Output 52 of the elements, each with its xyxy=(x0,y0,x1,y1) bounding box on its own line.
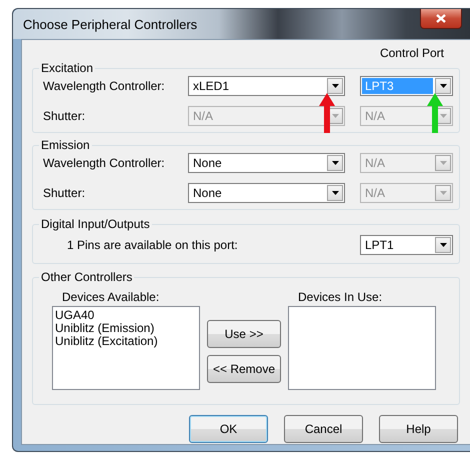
column-header: Control Port xyxy=(378,46,445,60)
dropdown[interactable]: None xyxy=(188,153,345,173)
field-label: Shutter: xyxy=(43,109,86,123)
use-button[interactable]: Use >> xyxy=(207,320,281,348)
help-button[interactable]: Help xyxy=(379,415,458,443)
dropdown-arrow-button[interactable] xyxy=(327,155,343,171)
dropdown[interactable]: LPT1 xyxy=(360,235,453,255)
caret-icon xyxy=(332,84,338,88)
dropdown-value: None xyxy=(192,185,223,201)
dropdown-arrow-button[interactable] xyxy=(327,185,343,201)
caret-icon xyxy=(332,191,338,195)
dropdown-value: LPT1 xyxy=(364,237,395,253)
dropdown-value: xLED1 xyxy=(192,78,230,94)
close-button[interactable] xyxy=(420,9,462,29)
list-item[interactable]: Uniblitz (Excitation) xyxy=(55,335,197,348)
list-label: Devices In Use: xyxy=(297,290,384,306)
dropdown-value: LPT3 xyxy=(362,78,433,94)
window-title: Choose Peripheral Controllers xyxy=(23,16,198,32)
dropdown-value: N/A xyxy=(364,185,386,201)
device-list[interactable] xyxy=(288,306,436,390)
device-list[interactable]: UGA40 Uniblitz (Emission) Uniblitz (Excitation) xyxy=(52,306,200,390)
dropdown[interactable]: xLED1 xyxy=(188,76,345,96)
field-label: Wavelength Controller: xyxy=(43,156,166,170)
caret-icon xyxy=(440,161,446,165)
group-title: Emission xyxy=(39,138,92,152)
dropdown-value: N/A xyxy=(364,108,386,124)
caret-icon xyxy=(332,114,338,118)
caret-icon xyxy=(440,114,446,118)
cancel-button[interactable]: Cancel xyxy=(284,415,363,443)
dropdown[interactable]: None xyxy=(188,183,345,203)
dropdown-arrow-button[interactable] xyxy=(435,78,451,94)
list-label: Devices Available: xyxy=(61,290,160,306)
group-title: Excitation xyxy=(39,61,96,75)
caret-icon xyxy=(440,243,446,247)
caret-icon xyxy=(332,161,338,165)
list-item[interactable]: UGA40 xyxy=(55,309,197,322)
close-icon xyxy=(436,14,446,23)
remove-button[interactable]: << Remove xyxy=(207,355,281,383)
caret-icon xyxy=(440,84,446,88)
dropdown-arrow-button[interactable] xyxy=(327,78,343,94)
field-label: Shutter: xyxy=(43,186,86,200)
dropdown-arrow-button[interactable] xyxy=(435,237,451,253)
field-label: Wavelength Controller: xyxy=(43,79,166,93)
group-title: Digital Input/Outputs xyxy=(39,217,152,231)
dropdown-value: N/A xyxy=(192,108,214,124)
ok-button[interactable]: OK xyxy=(189,415,268,443)
caret-icon xyxy=(440,191,446,195)
list-item[interactable]: Uniblitz (Emission) xyxy=(55,322,197,335)
group-title: Other Controllers xyxy=(39,270,134,284)
dropdown-value: N/A xyxy=(364,155,386,171)
field-label: 1 Pins are available on this port: xyxy=(67,238,238,252)
dropdown-value: None xyxy=(192,155,223,171)
